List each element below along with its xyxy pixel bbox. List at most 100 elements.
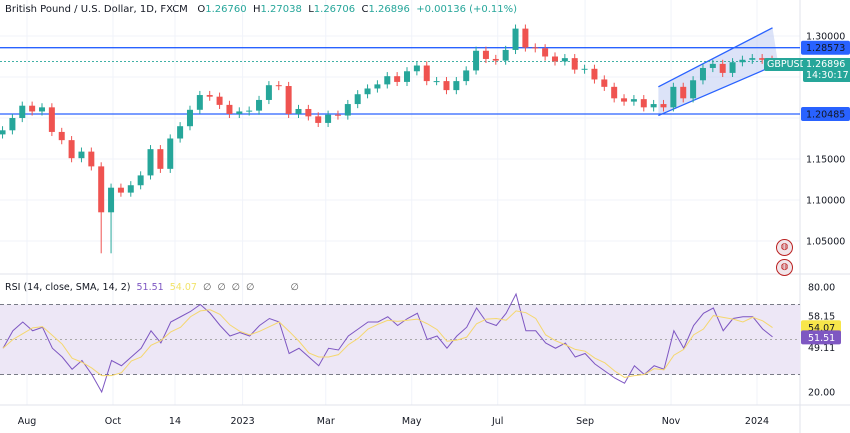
price-line-label: 1.20485: [806, 110, 845, 121]
candle-body: [265, 85, 272, 100]
candle-body: [374, 84, 381, 89]
last-price: 1.26896: [806, 59, 846, 70]
candle-body: [532, 47, 539, 49]
candle-body: [739, 59, 746, 63]
candle-body: [443, 81, 450, 91]
chart-window: 1.28573 1.20485 1.30000 1.15000 1.10000 1.050…: [0, 0, 850, 433]
candle-body: [127, 185, 134, 193]
candle-body: [630, 99, 637, 102]
candle-body: [157, 149, 164, 169]
candle-body: [413, 65, 420, 72]
candle-body: [305, 108, 312, 117]
candle-body: [542, 48, 549, 57]
candle-body: [196, 95, 203, 110]
candle-body: [601, 79, 608, 87]
candle-body: [88, 151, 95, 167]
candle-body: [690, 80, 697, 99]
candle-body: [344, 104, 351, 116]
empty-value: ∅: [290, 282, 299, 293]
candle-body: [186, 109, 193, 127]
countdown: 14:30:17: [806, 70, 849, 81]
candle-body: [68, 140, 75, 159]
rsi-tick: 20.00: [808, 388, 835, 399]
candle-body: [581, 68, 588, 70]
candle-body: [423, 65, 430, 82]
candle-body: [78, 151, 85, 159]
price-line-label: 1.28573: [806, 43, 845, 54]
candle-body: [522, 28, 529, 48]
candle-body: [492, 58, 499, 61]
candle-body: [463, 70, 470, 82]
candle-body: [285, 86, 292, 114]
time-tick: Oct: [105, 416, 122, 427]
rsi-sma-value: 54.07: [169, 282, 197, 293]
candle-body: [354, 94, 361, 105]
candle-body: [275, 85, 282, 87]
time-tick: Aug: [18, 416, 37, 427]
chart-canvas[interactable]: 1.28573 1.20485 1.30000 1.15000 1.10000 1.050…: [0, 0, 850, 433]
candle-body: [117, 187, 124, 193]
candle-body: [226, 104, 233, 114]
empty-value: ∅: [231, 282, 240, 293]
candle-body: [680, 86, 687, 99]
candle-body: [177, 126, 184, 139]
candle-body: [473, 50, 480, 71]
empty-value: ∅: [203, 282, 212, 293]
candle-body: [621, 98, 628, 102]
time-tick: 2024: [745, 416, 769, 427]
candle-body: [29, 105, 36, 112]
candle-body: [561, 58, 568, 62]
uk-flag-icon[interactable]: ◍: [776, 239, 793, 256]
candle-body: [749, 58, 756, 60]
candle-body: [404, 71, 411, 82]
candle-body: [571, 58, 578, 70]
us-flag-icon[interactable]: ◍: [776, 259, 793, 276]
candle-body: [39, 107, 46, 112]
candle-body: [502, 49, 509, 61]
rsi-tick: 80.00: [808, 283, 835, 294]
candle-body: [9, 118, 16, 131]
candle-body: [206, 95, 213, 97]
price-tick: 1.30000: [806, 32, 845, 43]
candle-body: [719, 63, 726, 73]
candle-body: [394, 76, 401, 82]
rsi-value-label: 51.51: [808, 333, 835, 344]
candle-body: [512, 28, 519, 50]
candle-body: [137, 175, 144, 186]
candle-body: [591, 68, 598, 80]
candle-body: [246, 110, 253, 112]
candle-body: [699, 67, 706, 81]
candle-body: [108, 187, 115, 213]
price-tick: 1.15000: [806, 155, 845, 166]
candle-body: [98, 166, 105, 213]
candle-body: [19, 105, 26, 118]
rsi-title: RSI (14, close, SMA, 14, 2): [5, 282, 131, 293]
candle-body: [670, 86, 677, 108]
time-tick: Jul: [491, 416, 503, 427]
time-tick: 14: [169, 416, 181, 427]
candle-body: [334, 114, 341, 116]
time-tick: May: [402, 416, 422, 427]
time-tick: Sep: [576, 416, 594, 427]
candle-body: [236, 111, 243, 114]
candle-body: [650, 104, 657, 108]
change-value: +0.00136 (+0.11%): [416, 4, 518, 15]
candle-body: [482, 50, 489, 59]
candle-body: [453, 81, 460, 91]
candle-body: [48, 107, 55, 132]
candle-body: [709, 63, 716, 68]
high-value: 1.27038: [260, 4, 302, 15]
empty-value: ∅: [245, 282, 255, 293]
candle-body: [325, 114, 332, 123]
empty-value: ∅: [217, 282, 226, 293]
candle-body: [216, 96, 223, 105]
price-tick: 1.05000: [806, 237, 845, 248]
symbol-title: British Pound / U.S. Dollar, 1D, FXCM: [5, 4, 188, 15]
candle-body: [256, 99, 263, 111]
candle-body: [167, 138, 174, 169]
low-value: 1.26706: [313, 4, 356, 15]
candle-body: [384, 76, 391, 85]
rsi-value: 51.51: [136, 282, 164, 293]
price-tick: 1.10000: [806, 196, 845, 207]
time-tick: Nov: [662, 416, 681, 427]
